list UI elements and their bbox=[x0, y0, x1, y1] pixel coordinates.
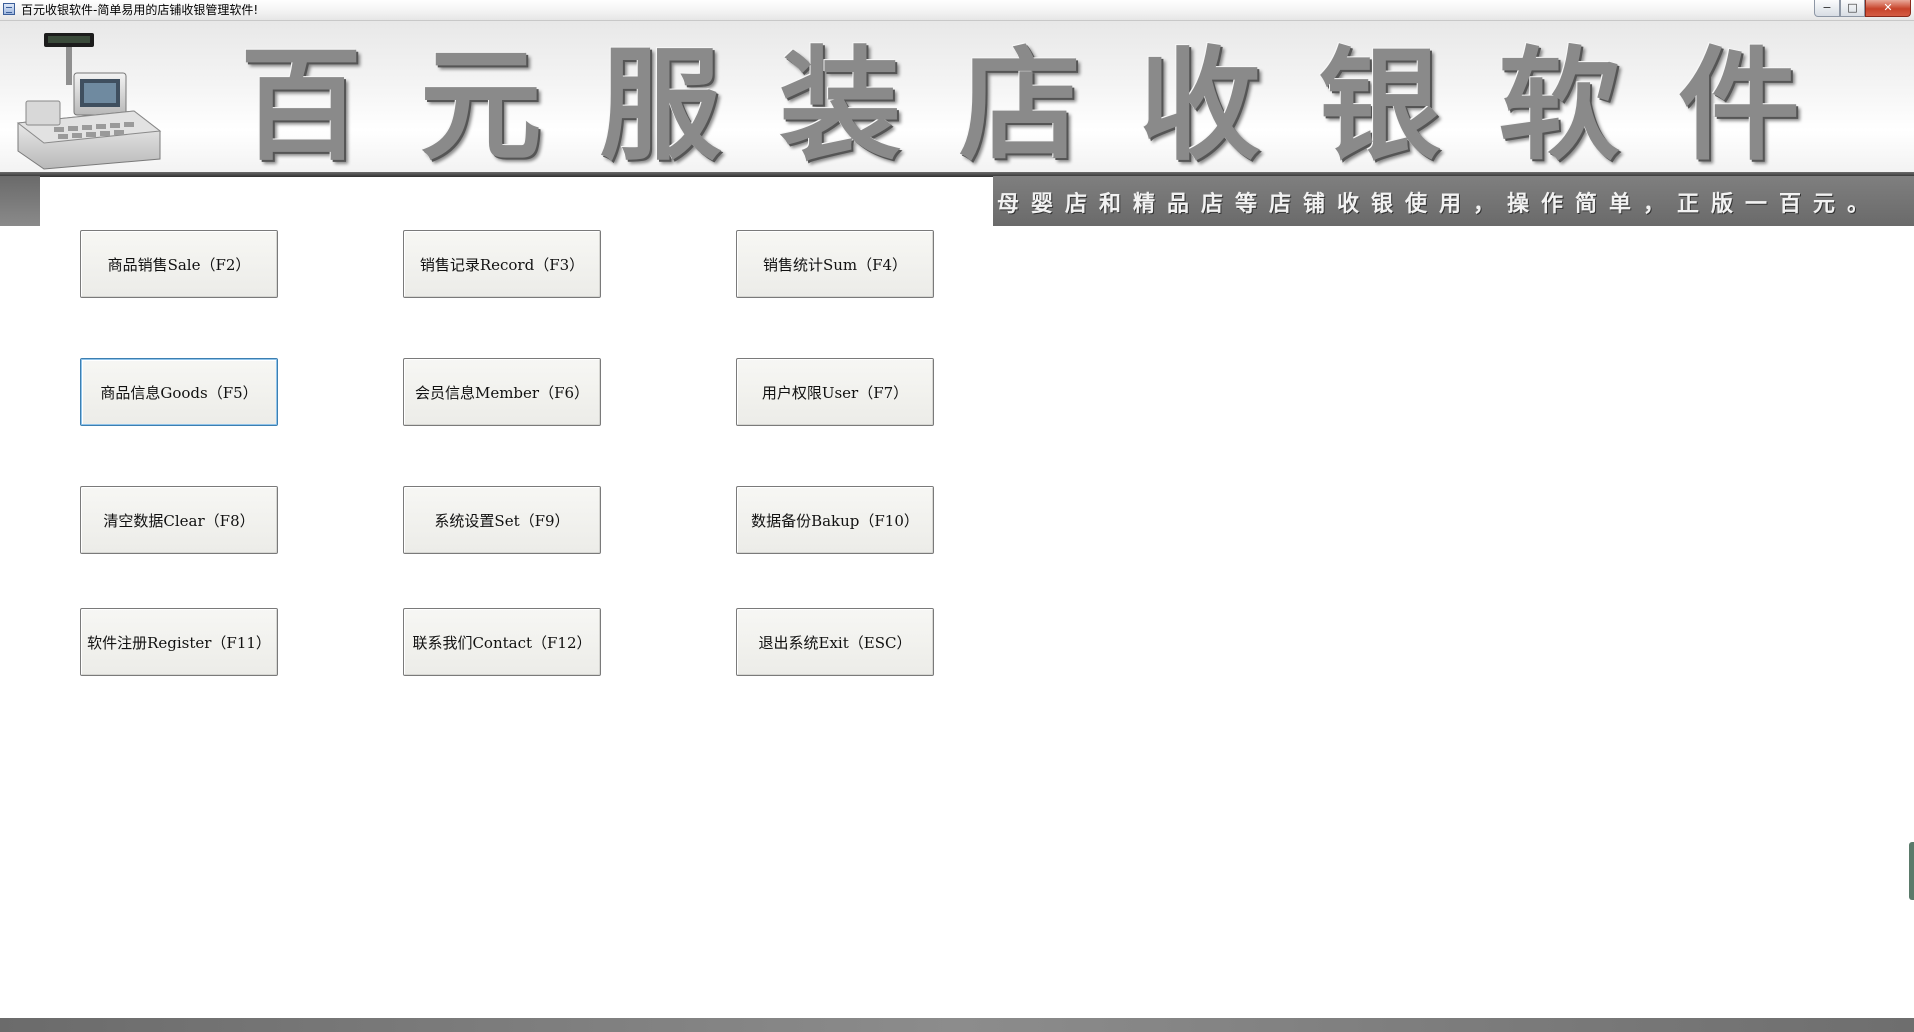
register-button[interactable]: 软件注册Register（F11） bbox=[80, 608, 278, 676]
banner-title-char: 件 bbox=[1678, 35, 1800, 177]
bakup-button[interactable]: 数据备份Bakup（F10） bbox=[736, 486, 934, 554]
app-icon bbox=[3, 3, 15, 15]
slogan-strip-left bbox=[0, 176, 40, 226]
banner-title-char: 百 bbox=[240, 35, 362, 177]
banner-title-char: 软 bbox=[1498, 35, 1621, 177]
banner-title-char: 银 bbox=[1318, 35, 1441, 177]
sale-button[interactable]: 商品销售Sale（F2） bbox=[80, 230, 278, 298]
minimize-button[interactable]: − bbox=[1814, 0, 1840, 17]
banner-title-char: 收 bbox=[1138, 35, 1261, 177]
slogan-text: 母婴店和精品店等店铺收银使用，操作简单，正版一百元。 bbox=[997, 192, 1882, 217]
banner-title-char: 装 bbox=[779, 35, 902, 177]
bottom-bar bbox=[0, 1018, 1914, 1032]
banner-title-char: 元 bbox=[419, 35, 542, 177]
set-button[interactable]: 系统设置Set（F9） bbox=[403, 486, 601, 554]
maximize-icon: □ bbox=[1847, 1, 1858, 14]
record-button[interactable]: 销售记录Record（F3） bbox=[403, 230, 601, 298]
clear-button[interactable]: 清空数据Clear（F8） bbox=[80, 486, 278, 554]
side-resize-handle[interactable] bbox=[1909, 842, 1914, 900]
banner-title: 百 元 服 装 店 收 银 软 件 bbox=[240, 41, 1800, 171]
goods-button[interactable]: 商品信息Goods（F5） bbox=[80, 358, 278, 426]
header-banner: 百 元 服 装 店 收 银 软 件 bbox=[0, 21, 1914, 177]
banner-title-char: 服 bbox=[599, 35, 722, 177]
window-title: 百元收银软件-简单易用的店铺收银管理软件! bbox=[21, 3, 259, 17]
minimize-icon: − bbox=[1822, 1, 1832, 14]
close-icon: ✕ bbox=[1883, 1, 1893, 14]
close-button[interactable]: ✕ bbox=[1865, 0, 1911, 17]
sum-button[interactable]: 销售统计Sum（F4） bbox=[736, 230, 934, 298]
member-button[interactable]: 会员信息Member（F6） bbox=[403, 358, 601, 426]
slogan-strip: 母婴店和精品店等店铺收银使用，操作简单，正版一百元。 bbox=[993, 176, 1914, 226]
exit-button[interactable]: 退出系统Exit（ESC） bbox=[736, 608, 934, 676]
window-title-bar[interactable]: 百元收银软件-简单易用的店铺收银管理软件! − □ ✕ bbox=[0, 0, 1914, 21]
banner-title-char: 店 bbox=[959, 35, 1081, 177]
contact-button[interactable]: 联系我们Contact（F12） bbox=[403, 608, 601, 676]
user-button[interactable]: 用户权限User（F7） bbox=[736, 358, 934, 426]
cash-register-icon bbox=[16, 33, 162, 170]
maximize-button[interactable]: □ bbox=[1840, 0, 1865, 17]
